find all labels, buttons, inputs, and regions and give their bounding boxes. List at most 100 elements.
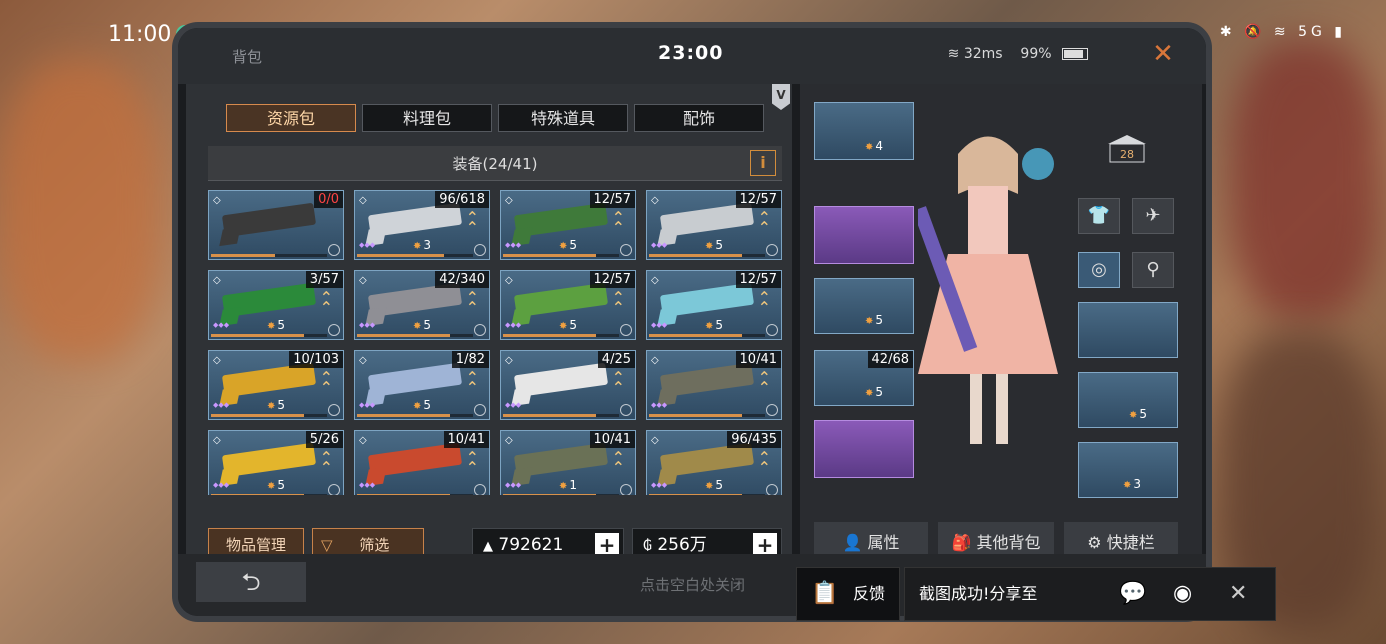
loadout-slot-bracelet[interactable] xyxy=(1078,302,1178,358)
game-window: 背包 23:00 ≋ 32ms 99% ✕ 资源包 料理包 特殊道具 配饰 V … xyxy=(172,22,1212,622)
outfit-icon[interactable]: 👕 xyxy=(1078,198,1120,234)
durability-bar xyxy=(649,494,765,495)
diamond-icon: ◇ xyxy=(651,355,659,366)
close-hint: 点击空白处关闭 xyxy=(640,576,746,594)
ping-value: 32ms xyxy=(963,46,1003,62)
loadout-slot-consumable[interactable] xyxy=(814,420,914,478)
slot-count: 10/103 xyxy=(289,351,343,368)
diamond-icon: ◇ xyxy=(651,435,659,446)
screenshot-toast: 📋 反馈 截图成功!分享至 💬 ◉ ✕ xyxy=(796,567,1276,621)
tab-cooking[interactable]: 料理包 xyxy=(362,104,492,132)
equipment-slot[interactable]: ◇ 10/41 ⌃ ⌃ ◆◆◆ xyxy=(646,350,782,420)
filter-label: 筛选 xyxy=(359,536,390,554)
rarity-icon: ◆◆◆ xyxy=(505,321,522,329)
loadout-slot-weapon[interactable]: 42/68 5 xyxy=(814,350,914,406)
person-icon: 👤 xyxy=(842,533,863,552)
info-button[interactable]: i xyxy=(750,150,776,176)
equipment-slot[interactable]: ◇ 3/57⌃⌃ ◆◆◆ 5 xyxy=(208,270,344,340)
tab-special-items[interactable]: 特殊道具 xyxy=(498,104,628,132)
moments-icon[interactable]: ◉ xyxy=(1173,568,1192,620)
gear-icon xyxy=(328,324,340,336)
loadout-slot-armor[interactable]: 5 xyxy=(814,278,914,334)
equipment-slot[interactable]: ◇ 0/0 xyxy=(208,190,344,260)
slot-count: 5/26 xyxy=(305,431,343,448)
slot-level: 5 xyxy=(413,398,431,412)
ring-icon[interactable]: ◎ xyxy=(1078,252,1120,288)
turret-icon[interactable]: ⚲ xyxy=(1132,252,1174,288)
loadout-slot-bag[interactable] xyxy=(814,206,914,264)
equipment-slot[interactable]: ◇ 4/25 ⌃ ⌃ ◆◆◆ xyxy=(500,350,636,420)
equipment-title: 装备(24/41) xyxy=(452,155,538,173)
rarity-icon: ◆◆◆ xyxy=(213,401,230,409)
upgrade-icon: ⌃ ⌃ xyxy=(611,208,625,237)
equipment-slot[interactable]: ◇ 5/26⌃⌃ ◆◆◆ 5 xyxy=(208,430,344,495)
slot-count: 12/57 xyxy=(735,191,781,208)
slot-level: 5 xyxy=(865,385,883,399)
upgrade-icon: ⌃ ⌃ xyxy=(611,368,625,397)
feedback-label: 反馈 xyxy=(852,584,885,603)
durability-bar xyxy=(357,414,473,417)
equipment-slot[interactable]: ◇ 12/57⌃⌃ ◆◆◆ 5 xyxy=(646,270,782,340)
diamond-icon: ◇ xyxy=(359,275,367,286)
durability-bar xyxy=(649,334,765,337)
rarity-icon: ◆◆◆ xyxy=(213,481,230,489)
durability-fill xyxy=(503,334,596,337)
rarity-icon: ◆◆◆ xyxy=(505,481,522,489)
loadout-slot-melee[interactable]: 5 xyxy=(1078,372,1178,428)
equipment-slot[interactable]: ◇ 96/618⌃⌃ ◆◆◆ 3 xyxy=(354,190,490,260)
equipment-slot[interactable]: ◇ 12/57⌃⌃ ◆◆◆ 5 xyxy=(500,190,636,260)
coin-value: 256万 xyxy=(657,535,707,555)
durability-bar xyxy=(649,254,765,257)
equipment-slot[interactable]: ◇ 12/57⌃⌃ ◆◆◆ 5 xyxy=(646,190,782,260)
diamond-icon: ◇ xyxy=(651,275,659,286)
back-button[interactable]: ⮌ xyxy=(196,562,306,602)
building-level-badge: 28 xyxy=(1108,135,1146,163)
rarity-icon: ◆◆◆ xyxy=(359,401,376,409)
loadout-slot-helmet[interactable]: 4 xyxy=(814,102,914,160)
diamond-icon: ◇ xyxy=(359,435,367,446)
weapon-icon xyxy=(221,202,317,238)
slot-level: 5 xyxy=(413,318,431,332)
feedback-button[interactable]: 📋 反馈 xyxy=(796,567,900,621)
clipboard-icon: 📋 xyxy=(811,581,839,606)
upgrade-icon: ⌃ ⌃ xyxy=(757,288,771,317)
battery-icon xyxy=(1062,48,1088,60)
slot-count: 0/0 xyxy=(314,191,343,208)
gear-icon xyxy=(620,484,632,495)
close-button[interactable]: ✕ xyxy=(1146,38,1180,72)
equipment-slot[interactable]: ◇ 10/41⌃⌃ ◆◆◆ 1 xyxy=(500,430,636,495)
gear-icon xyxy=(474,404,486,416)
gear-icon xyxy=(474,244,486,256)
upgrade-icon: ⌃ ⌃ xyxy=(465,448,479,477)
drone-icon[interactable]: ✈ xyxy=(1132,198,1174,234)
equipment-slot[interactable]: ◇ 1/82⌃⌃ ◆◆◆ 5 xyxy=(354,350,490,420)
slot-level: 5 xyxy=(559,318,577,332)
upgrade-icon: ⌃ ⌃ xyxy=(465,208,479,237)
wechat-icon[interactable]: 💬 xyxy=(1119,568,1146,620)
equipment-slot[interactable]: ◇ 96/435⌃⌃ ◆◆◆ 5 xyxy=(646,430,782,495)
equipment-slot[interactable]: ◇ 10/41 ⌃ ⌃ ◆◆◆ xyxy=(354,430,490,495)
network-status: ≋ 32ms 99% xyxy=(948,46,1088,62)
upgrade-icon: ⌃ ⌃ xyxy=(757,448,771,477)
loadout-slot-headgear[interactable]: 3 xyxy=(1078,442,1178,498)
slot-count: 10/41 xyxy=(443,431,489,448)
toast-close-button[interactable]: ✕ xyxy=(1229,568,1247,620)
gear-icon xyxy=(474,324,486,336)
durability-fill xyxy=(357,494,450,495)
tab-accessories[interactable]: 配饰 xyxy=(634,104,764,132)
slot-count: 12/57 xyxy=(589,271,635,288)
slot-count: 12/57 xyxy=(735,271,781,288)
slot-count: 96/435 xyxy=(727,431,781,448)
slot-level: 5 xyxy=(559,238,577,252)
slot-level: 5 xyxy=(705,318,723,332)
slot-count: 10/41 xyxy=(735,351,781,368)
system-icons: ✱ 🔕 ≋ 5G ▮ xyxy=(1219,24,1346,40)
diamond-icon: ◇ xyxy=(359,355,367,366)
slot-count: 1/82 xyxy=(451,351,489,368)
rarity-icon: ◆◆◆ xyxy=(213,321,230,329)
equipment-slot[interactable]: ◇ 42/340⌃⌃ ◆◆◆ 5 xyxy=(354,270,490,340)
tab-resources[interactable]: 资源包 xyxy=(226,104,356,132)
equipment-slot[interactable]: ◇ 12/57⌃⌃ ◆◆◆ 5 xyxy=(500,270,636,340)
rarity-icon: ◆◆◆ xyxy=(505,241,522,249)
equipment-slot[interactable]: ◇ 10/103⌃⌃ ◆◆◆ 5 xyxy=(208,350,344,420)
